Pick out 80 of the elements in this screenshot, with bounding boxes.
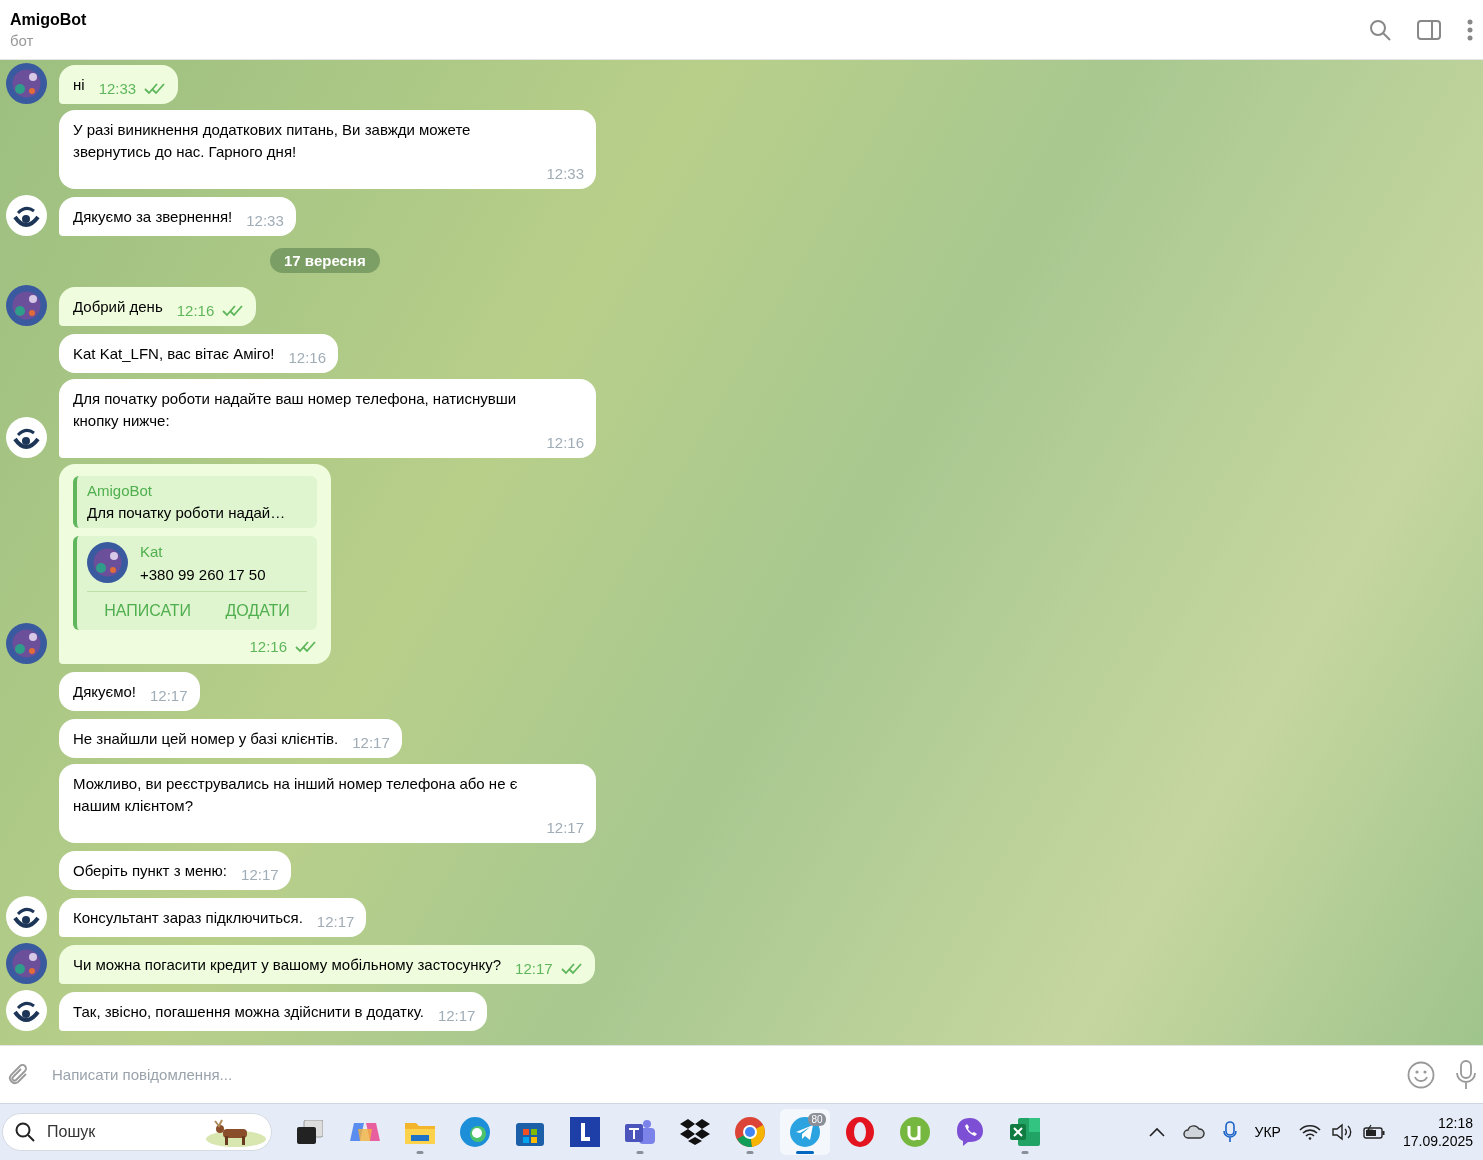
edge-icon xyxy=(459,1117,490,1147)
message-text: Добрий день xyxy=(73,297,163,317)
viber-icon xyxy=(954,1117,985,1147)
task-view-icon xyxy=(296,1120,323,1144)
message-time: 12:17 xyxy=(241,866,279,884)
double-check-icon xyxy=(560,963,583,975)
notification-badge: 80 xyxy=(808,1113,826,1126)
search-icon[interactable] xyxy=(1369,18,1391,41)
message-time: 12:16 xyxy=(176,302,245,320)
search-icon xyxy=(15,1122,35,1142)
user-avatar xyxy=(6,623,47,664)
reply-text: Для початку роботи надай… xyxy=(87,503,287,523)
double-check-icon xyxy=(222,305,245,317)
folder-icon xyxy=(404,1120,435,1144)
bot-avatar xyxy=(6,195,47,236)
reply-quote[interactable]: AmigoBot Для початку роботи надай… xyxy=(73,476,317,528)
message-time: 12:17 xyxy=(150,687,188,705)
double-check-icon xyxy=(144,83,167,95)
message-time: 12:16 xyxy=(249,638,317,656)
message-time: 12:33 xyxy=(246,212,284,230)
letter-app-icon xyxy=(569,1117,600,1147)
message-text: Так, звісно, погашення можна здійснити в додатку. xyxy=(73,1002,424,1022)
microphone-icon[interactable] xyxy=(1455,1059,1477,1090)
message-time: 12:17 xyxy=(352,734,390,752)
taskbar-search-bar[interactable]: Пошук xyxy=(2,1113,272,1151)
volume-icon[interactable] xyxy=(1330,1123,1353,1141)
message-input[interactable]: Написати повідомлення... xyxy=(50,1065,1387,1084)
emoji-icon[interactable] xyxy=(1407,1060,1435,1089)
opera-icon xyxy=(844,1117,875,1147)
message-time: 12:33 xyxy=(546,165,584,183)
date-separator: 17 вересня xyxy=(270,248,380,273)
chat-title: AmigoBot xyxy=(10,10,88,29)
dropbox-icon xyxy=(679,1119,710,1145)
moose-illustration-icon xyxy=(205,1117,267,1147)
message-text: Для початку роботи надайте ваш номер телефона, натиснувши кнопку нижче: xyxy=(73,389,518,431)
message-time: 12:17 xyxy=(316,913,355,931)
message-text: ні xyxy=(73,75,85,95)
message-text: Kat Kat_LFN, вас вітає Аміго! xyxy=(73,344,275,364)
message-time: 12:17 xyxy=(437,1007,476,1025)
contact-name: Kat xyxy=(140,542,164,560)
message-time: 12:17 xyxy=(546,819,584,837)
cloud-icon[interactable] xyxy=(1182,1125,1205,1139)
message-text: Чи можна погасити кредит у вашому мобільному застосунку? xyxy=(73,955,502,975)
attach-icon[interactable] xyxy=(6,1062,30,1087)
microphone-icon[interactable] xyxy=(1222,1121,1237,1143)
sidebar-toggle-icon[interactable] xyxy=(1417,19,1441,40)
double-check-icon xyxy=(295,641,317,653)
message-time: 12:17 xyxy=(515,960,583,978)
battery-icon[interactable] xyxy=(1362,1124,1385,1140)
message-time: 12:33 xyxy=(98,80,167,98)
message-text: У разі виникнення додаткових питань, Ви завжди можете звернутись до нас. Гарного дня! xyxy=(73,120,472,162)
message-time: 12:16 xyxy=(546,434,584,452)
user-avatar xyxy=(6,63,47,104)
reply-author: AmigoBot xyxy=(87,481,154,501)
bot-avatar xyxy=(6,417,47,458)
wifi-icon[interactable] xyxy=(1298,1124,1321,1140)
taskbar-clock[interactable]: 12:18 17.09.2025 xyxy=(1402,1115,1473,1149)
chevron-up-icon[interactable] xyxy=(1148,1127,1165,1137)
torrent-icon xyxy=(899,1117,930,1147)
search-field[interactable]: Пошук xyxy=(45,1122,195,1142)
bot-avatar xyxy=(6,896,47,937)
excel-icon xyxy=(1009,1118,1040,1146)
more-menu-icon[interactable] xyxy=(1467,18,1473,41)
message-text: Не знайшли цей номер у базі клієнтів. xyxy=(73,729,339,749)
language-indicator[interactable]: УКР xyxy=(1254,1124,1281,1140)
user-avatar xyxy=(87,542,128,583)
chat-subtitle: бот xyxy=(10,31,35,49)
user-avatar xyxy=(6,943,47,984)
message-text: Дякуємо за звернення! xyxy=(73,207,233,227)
chrome-icon xyxy=(734,1117,765,1147)
telegram-icon xyxy=(789,1117,820,1147)
message-text: Можливо, ви реєструвались на інший номер телефона або не є нашим клієнтом? xyxy=(73,774,519,816)
message-text: Консультант зараз підключиться. xyxy=(73,908,303,928)
user-avatar xyxy=(6,285,47,326)
contact-phone: +380 99 260 17 50 xyxy=(140,565,266,583)
message-text: Дякуємо! xyxy=(73,682,136,702)
bot-avatar xyxy=(6,990,47,1031)
message-time: 12:16 xyxy=(288,349,327,367)
message-text: Оберіть пункт з меню: xyxy=(73,861,228,881)
teams-icon xyxy=(624,1118,655,1146)
